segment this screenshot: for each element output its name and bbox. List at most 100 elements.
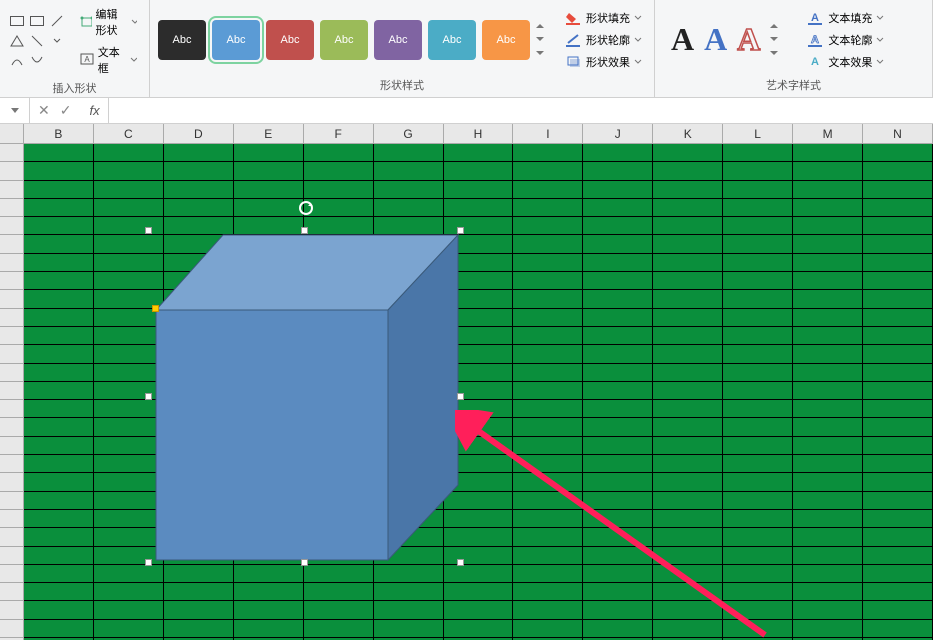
cell[interactable]	[513, 418, 583, 436]
cell[interactable]	[863, 309, 933, 327]
cell[interactable]	[24, 217, 94, 235]
cell[interactable]	[583, 327, 653, 345]
cell[interactable]	[444, 473, 514, 491]
cell[interactable]	[863, 437, 933, 455]
cell[interactable]	[304, 181, 374, 199]
cell[interactable]	[793, 528, 863, 546]
cell[interactable]	[164, 455, 234, 473]
cell[interactable]	[653, 254, 723, 272]
cell[interactable]	[653, 144, 723, 162]
cell[interactable]	[24, 345, 94, 363]
cell[interactable]	[304, 309, 374, 327]
cell[interactable]	[94, 492, 164, 510]
cell[interactable]	[94, 217, 164, 235]
cell[interactable]	[863, 181, 933, 199]
rect-shape-icon-2[interactable]	[28, 12, 46, 30]
cell[interactable]	[374, 547, 444, 565]
cell[interactable]	[863, 565, 933, 583]
cell[interactable]	[94, 528, 164, 546]
cell[interactable]	[513, 364, 583, 382]
cell[interactable]	[164, 235, 234, 253]
cell[interactable]	[304, 364, 374, 382]
cell[interactable]	[793, 473, 863, 491]
cell[interactable]	[374, 620, 444, 638]
cell[interactable]	[723, 162, 793, 180]
cell[interactable]	[723, 364, 793, 382]
line-shape-icon-2[interactable]	[28, 32, 46, 50]
col-header[interactable]: N	[863, 124, 933, 143]
cell[interactable]	[164, 327, 234, 345]
cell[interactable]	[374, 290, 444, 308]
cell[interactable]	[513, 565, 583, 583]
cell[interactable]	[793, 327, 863, 345]
row-header[interactable]	[0, 235, 24, 253]
cell[interactable]	[793, 290, 863, 308]
cell[interactable]	[513, 473, 583, 491]
cell[interactable]	[863, 620, 933, 638]
cell[interactable]	[164, 400, 234, 418]
cell[interactable]	[164, 290, 234, 308]
cell[interactable]	[164, 199, 234, 217]
cell[interactable]	[583, 437, 653, 455]
cell[interactable]	[583, 290, 653, 308]
cell[interactable]	[653, 418, 723, 436]
cell[interactable]	[304, 162, 374, 180]
cell[interactable]	[234, 181, 304, 199]
cell[interactable]	[513, 620, 583, 638]
cell[interactable]	[234, 345, 304, 363]
cell[interactable]	[583, 455, 653, 473]
wordart-gallery-expand[interactable]	[770, 20, 784, 60]
cell[interactable]	[793, 400, 863, 418]
cell[interactable]	[94, 327, 164, 345]
cell[interactable]	[793, 199, 863, 217]
cell[interactable]	[304, 601, 374, 619]
cell[interactable]	[513, 510, 583, 528]
cell[interactable]	[863, 199, 933, 217]
cell[interactable]	[234, 382, 304, 400]
cell[interactable]	[94, 364, 164, 382]
cell[interactable]	[444, 235, 514, 253]
cell[interactable]	[653, 309, 723, 327]
cell[interactable]	[653, 400, 723, 418]
cell[interactable]	[94, 309, 164, 327]
cell[interactable]	[234, 510, 304, 528]
cell[interactable]	[723, 382, 793, 400]
cell[interactable]	[723, 510, 793, 528]
cell[interactable]	[164, 620, 234, 638]
shape-style-green[interactable]: Abc	[320, 20, 368, 60]
cell[interactable]	[723, 309, 793, 327]
row-header[interactable]	[0, 528, 24, 546]
col-header[interactable]: L	[723, 124, 793, 143]
cell[interactable]	[234, 327, 304, 345]
cell[interactable]	[513, 437, 583, 455]
col-header[interactable]: M	[793, 124, 863, 143]
triangle-shape-icon[interactable]	[8, 32, 26, 50]
cell[interactable]	[513, 162, 583, 180]
cell[interactable]	[234, 583, 304, 601]
cell[interactable]	[793, 547, 863, 565]
cell[interactable]	[24, 254, 94, 272]
cell[interactable]	[234, 418, 304, 436]
shape-style-dark[interactable]: Abc	[158, 20, 206, 60]
cell[interactable]	[653, 181, 723, 199]
cell[interactable]	[24, 290, 94, 308]
cell[interactable]	[653, 620, 723, 638]
cell[interactable]	[94, 290, 164, 308]
cell[interactable]	[444, 565, 514, 583]
cell[interactable]	[24, 492, 94, 510]
col-header[interactable]: J	[583, 124, 653, 143]
cell[interactable]	[793, 565, 863, 583]
cell[interactable]	[444, 181, 514, 199]
shape-style-blue[interactable]: Abc	[212, 20, 260, 60]
row-header[interactable]	[0, 327, 24, 345]
cell[interactable]	[444, 327, 514, 345]
cell[interactable]	[24, 473, 94, 491]
cell[interactable]	[863, 455, 933, 473]
cell[interactable]	[513, 345, 583, 363]
text-outline-button[interactable]: A 文本轮廓	[804, 30, 888, 50]
cell[interactable]	[723, 199, 793, 217]
cell[interactable]	[24, 601, 94, 619]
cell[interactable]	[444, 345, 514, 363]
cell[interactable]	[374, 437, 444, 455]
cell[interactable]	[94, 144, 164, 162]
